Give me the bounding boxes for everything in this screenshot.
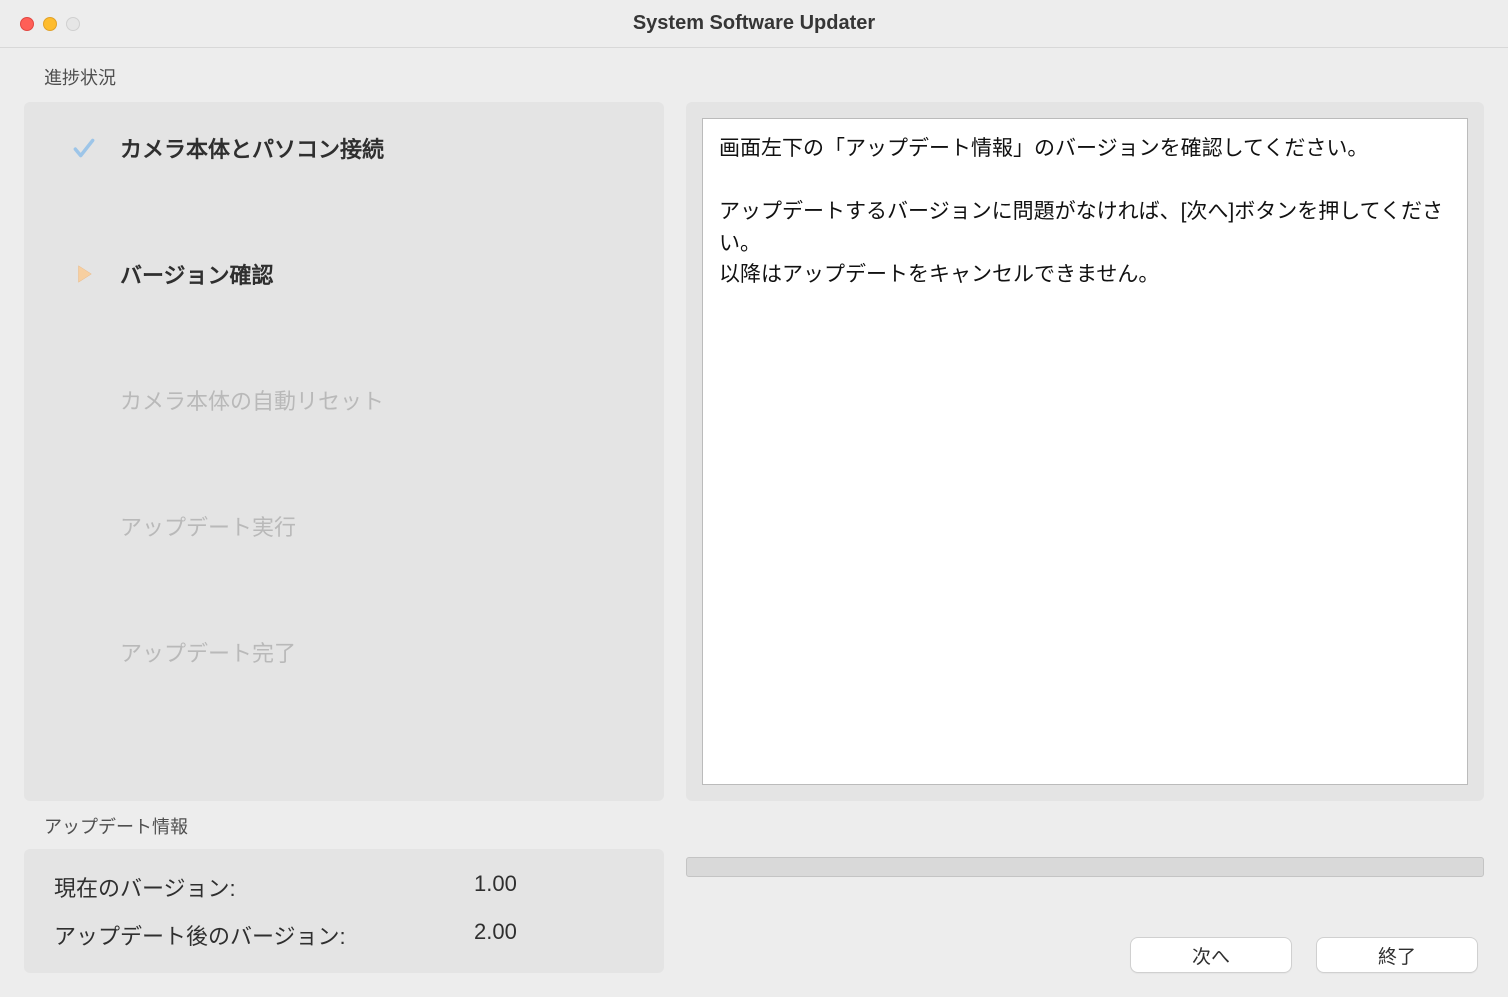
info-panel-wrap: 画面左下の「アップデート情報」のバージョンを確認してください。 アップデートする… [686,102,1484,801]
step-update-done: アップデート完了 [42,636,646,668]
update-info-section-label: アップデート情報 [24,813,664,839]
window-controls [20,17,80,31]
top-row: カメラ本体とパソコン接続 バージョン確認 カメラ本体の自動リセット [24,102,1484,801]
blank-line [719,165,1451,197]
info-line: 画面左下の「アップデート情報」のバージョンを確認してください。 [719,133,1451,165]
info-line: アップデートするバージョンに問題がなければ、[次へ]ボタンを押してください。 [719,196,1451,259]
info-panel[interactable]: 画面左下の「アップデート情報」のバージョンを確認してください。 アップデートする… [702,118,1468,785]
progress-section-label: 進捗状況 [24,64,1484,90]
step-version-check: バージョン確認 [42,258,646,290]
current-version-row: 現在のバージョン: 1.00 [54,871,634,903]
step-connect: カメラ本体とパソコン接続 [42,132,646,164]
update-info-column: アップデート情報 現在のバージョン: 1.00 アップデート後のバージョン: 2… [24,813,664,973]
after-version-label: アップデート後のバージョン: [54,919,474,951]
progress-panel: カメラ本体とパソコン接続 バージョン確認 カメラ本体の自動リセット [24,102,664,801]
checkmark-icon [70,134,98,162]
close-icon[interactable] [20,17,34,31]
current-version-value: 1.00 [474,871,517,903]
next-button[interactable]: 次へ [1130,937,1292,973]
minimize-icon[interactable] [43,17,57,31]
buttons-row: 次へ 終了 [686,937,1484,973]
step-label: カメラ本体の自動リセット [120,384,384,416]
window-title: System Software Updater [0,12,1508,35]
step-update-run: アップデート実行 [42,510,646,542]
app-window: System Software Updater 進捗状況 カメラ本体とパソコン接… [0,0,1508,997]
step-label: アップデート実行 [120,510,296,542]
titlebar: System Software Updater [0,0,1508,48]
step-auto-reset: カメラ本体の自動リセット [42,384,646,416]
content-area: 進捗状況 カメラ本体とパソコン接続 [0,48,1508,997]
update-info-panel: 現在のバージョン: 1.00 アップデート後のバージョン: 2.00 [24,849,664,973]
maximize-icon [66,17,80,31]
arrow-right-icon [70,260,98,288]
step-label: アップデート完了 [120,636,296,668]
step-label: バージョン確認 [120,258,274,290]
step-label: カメラ本体とパソコン接続 [120,132,384,164]
after-version-value: 2.00 [474,919,517,951]
current-version-label: 現在のバージョン: [54,871,474,903]
after-version-row: アップデート後のバージョン: 2.00 [54,919,634,951]
bottom-row: アップデート情報 現在のバージョン: 1.00 アップデート後のバージョン: 2… [24,813,1484,973]
progress-bar [686,857,1484,877]
exit-button[interactable]: 終了 [1316,937,1478,973]
right-column: 次へ 終了 [686,857,1484,973]
info-line: 以降はアップデートをキャンセルできません。 [719,259,1451,291]
